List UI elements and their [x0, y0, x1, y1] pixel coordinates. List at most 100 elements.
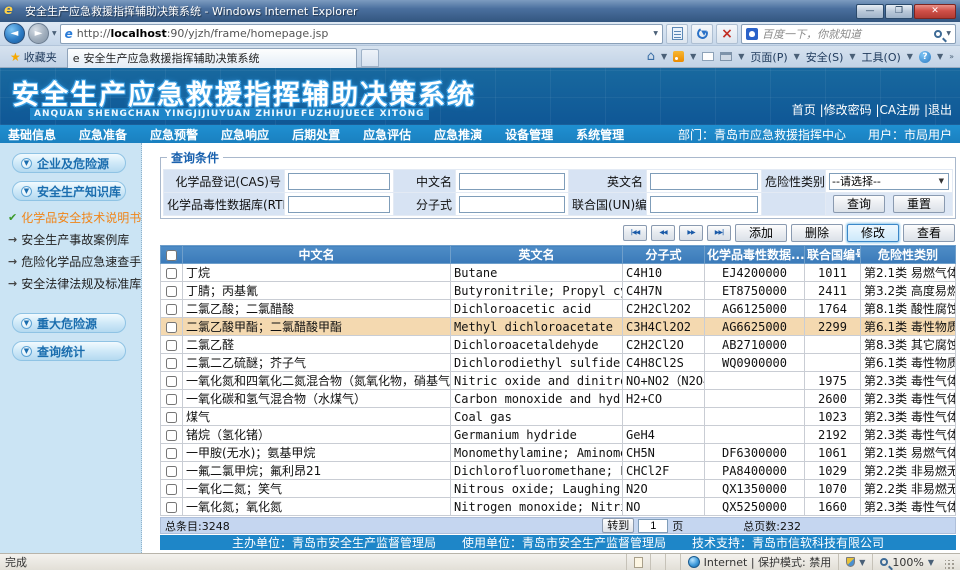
nav-item[interactable]: 基础信息: [8, 126, 56, 143]
feeds-icon[interactable]: [673, 51, 684, 62]
sidebar-group[interactable]: ▼企业及危险源: [12, 153, 126, 173]
nav-item[interactable]: 应急准备: [79, 126, 127, 143]
history-dropdown-icon[interactable]: ▼: [52, 30, 57, 37]
row-checkbox[interactable]: [166, 466, 177, 477]
sidebar-item[interactable]: →安全生产事故案例库: [8, 231, 141, 248]
cas-input[interactable]: [288, 173, 390, 190]
row-checkbox[interactable]: [166, 430, 177, 441]
forward-button[interactable]: ►: [28, 23, 49, 44]
sidebar-item[interactable]: →危险化学品应急速查手...: [8, 253, 141, 270]
url-dropdown-icon[interactable]: ▼: [653, 30, 658, 37]
hazard-class-select[interactable]: --请选择-- ▼: [829, 173, 949, 190]
search-icon[interactable]: [934, 30, 942, 38]
feeds-dropdown-icon[interactable]: ▼: [690, 52, 696, 61]
view-button[interactable]: 查看: [903, 224, 955, 242]
compatibility-view-button[interactable]: [666, 24, 688, 44]
delete-button[interactable]: 删除: [791, 224, 843, 242]
table-row[interactable]: 锗烷（氢化锗）Germanium hydrideGeH42192第2.3类 毒性…: [161, 426, 956, 444]
reset-button[interactable]: 重置: [893, 195, 945, 213]
row-checkbox[interactable]: [166, 394, 177, 405]
row-checkbox[interactable]: [166, 484, 177, 495]
page-menu-dropdown-icon[interactable]: ▼: [794, 52, 800, 61]
row-checkbox[interactable]: [166, 448, 177, 459]
home-dropdown-icon[interactable]: ▼: [661, 52, 667, 61]
header-link[interactable]: 退出: [928, 103, 952, 117]
edit-button[interactable]: 修改: [847, 224, 899, 242]
new-tab-button[interactable]: [361, 49, 379, 67]
page-number-input[interactable]: [638, 519, 668, 533]
help-icon[interactable]: ?: [919, 51, 931, 63]
favorites-button[interactable]: ★ 收藏夹: [4, 48, 63, 66]
row-checkbox[interactable]: [166, 268, 177, 279]
sidebar-group[interactable]: ▼查询统计: [12, 341, 126, 361]
header-link[interactable]: CA注册: [880, 103, 921, 117]
print-dropdown-icon[interactable]: ▼: [738, 52, 744, 61]
en-name-input[interactable]: [650, 173, 758, 190]
sidebar-group[interactable]: ▼重大危险源: [12, 313, 126, 333]
more-commands-icon[interactable]: »: [949, 52, 954, 61]
row-checkbox[interactable]: [166, 340, 177, 351]
nav-item[interactable]: 后期处置: [292, 126, 340, 143]
minimize-button[interactable]: —: [856, 4, 884, 19]
rtecs-input[interactable]: [288, 196, 390, 213]
prev-page-button[interactable]: ◀◀: [651, 225, 675, 241]
sidebar-group[interactable]: ▼安全生产知识库: [12, 181, 126, 201]
column-header[interactable]: 化学品毒性数据...: [705, 246, 805, 264]
table-row[interactable]: 二氯二乙硫醚；芥子气Dichlorodiethyl sulfide; Musta…: [161, 354, 956, 372]
nav-item[interactable]: 设备管理: [505, 126, 553, 143]
nav-item[interactable]: 应急响应: [221, 126, 269, 143]
formula-input[interactable]: [459, 196, 565, 213]
table-row[interactable]: 一氧化二氮；笑气Nitrous oxide; Laughing gasN2OQX…: [161, 480, 956, 498]
zoom-panel[interactable]: 100% ▼: [872, 554, 941, 570]
safety-menu[interactable]: 安全(S): [806, 49, 844, 65]
row-checkbox[interactable]: [166, 502, 177, 513]
stop-button[interactable]: ×: [716, 24, 738, 44]
resize-grip[interactable]: [945, 560, 955, 570]
row-checkbox[interactable]: [166, 358, 177, 369]
header-link[interactable]: 修改密码: [824, 103, 872, 117]
back-button[interactable]: ◄: [4, 23, 25, 44]
next-page-button[interactable]: ▶▶: [679, 225, 703, 241]
nav-item[interactable]: 应急评估: [363, 126, 411, 143]
sidebar-item[interactable]: ✔化学品安全技术说明书: [8, 209, 141, 226]
select-all-checkbox[interactable]: [166, 250, 177, 261]
cn-name-input[interactable]: [459, 173, 565, 190]
tools-menu[interactable]: 工具(O): [862, 49, 901, 65]
search-dropdown-icon[interactable]: ▼: [946, 30, 951, 37]
close-button[interactable]: ✕: [914, 4, 956, 19]
header-link[interactable]: 首页: [792, 103, 816, 117]
column-header[interactable]: 分子式: [623, 246, 705, 264]
table-row[interactable]: 二氯乙醛DichloroacetaldehydeC2H2Cl2OAB271000…: [161, 336, 956, 354]
table-row[interactable]: 丁腈；丙基氰Butyronitrile; Propyl cyanideC4H7N…: [161, 282, 956, 300]
search-button[interactable]: 查询: [833, 195, 885, 213]
table-row[interactable]: 一甲胺(无水)；氨基甲烷Monomethylamine; Aminomethan…: [161, 444, 956, 462]
table-row[interactable]: 二氯乙酸甲酯；二氯醋酸甲酯Methyl dichloroacetateC3H4C…: [161, 318, 956, 336]
table-row[interactable]: 煤气Coal gas1023第2.3类 毒性气体: [161, 408, 956, 426]
column-header[interactable]: 危险性类别: [861, 246, 956, 264]
safety-menu-dropdown-icon[interactable]: ▼: [849, 52, 855, 61]
home-icon[interactable]: ⌂: [647, 49, 655, 64]
last-page-button[interactable]: ▶▶|: [707, 225, 731, 241]
row-checkbox[interactable]: [166, 322, 177, 333]
refresh-button[interactable]: [691, 24, 713, 44]
first-page-button[interactable]: |◀◀: [623, 225, 647, 241]
un-number-input[interactable]: [650, 196, 758, 213]
page-menu[interactable]: 页面(P): [750, 49, 787, 65]
url-field[interactable]: e http://localhost:90/yjzh/frame/homepag…: [60, 24, 663, 44]
table-row[interactable]: 一氧化氮和四氧化二氮混合物（氮氧化物，硝基气，氧化氮气体）Nitric oxid…: [161, 372, 956, 390]
nav-item[interactable]: 应急推演: [434, 126, 482, 143]
row-checkbox[interactable]: [166, 304, 177, 315]
row-checkbox[interactable]: [166, 412, 177, 423]
add-button[interactable]: 添加: [735, 224, 787, 242]
column-header[interactable]: 中文名: [183, 246, 451, 264]
tools-menu-dropdown-icon[interactable]: ▼: [907, 52, 913, 61]
browser-tab[interactable]: e 安全生产应急救援指挥辅助决策系统: [67, 48, 357, 68]
print-icon[interactable]: [720, 52, 732, 61]
goto-page-button[interactable]: 转到: [602, 518, 634, 533]
maximize-button[interactable]: ❐: [885, 4, 913, 19]
row-checkbox[interactable]: [166, 376, 177, 387]
column-header[interactable]: 英文名: [451, 246, 623, 264]
table-row[interactable]: 一氟二氯甲烷；氟利昂21Dichlorofluoromethane; Freon…: [161, 462, 956, 480]
table-row[interactable]: 二氯乙酸；二氯醋酸Dichloroacetic acidC2H2Cl2O2AG6…: [161, 300, 956, 318]
column-header[interactable]: 联合国编号: [805, 246, 861, 264]
